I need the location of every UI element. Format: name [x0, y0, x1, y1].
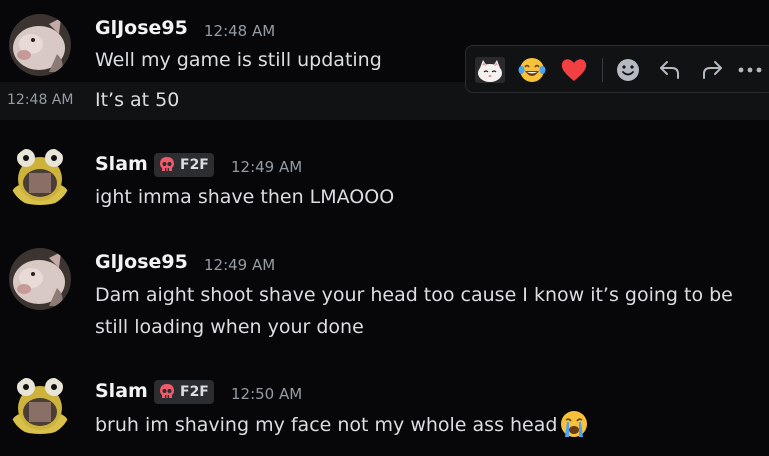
- avatar-gljose95[interactable]: [9, 14, 71, 76]
- message-text-body: bruh im shaving my face not my whole ass…: [95, 414, 558, 436]
- skull-icon: [160, 157, 174, 171]
- message-text: It’s at 50: [95, 89, 180, 111]
- message-timestamp[interactable]: 12:49 AM: [204, 256, 275, 274]
- skull-icon: [160, 384, 174, 398]
- red-heart-icon: [561, 59, 587, 81]
- loudly-crying-face-icon[interactable]: [559, 409, 589, 439]
- clan-tag[interactable]: F2F: [154, 153, 214, 177]
- clan-tag-label: F2F: [180, 157, 209, 173]
- message-text: bruh im shaving my face not my whole ass…: [95, 409, 589, 441]
- message-timestamp[interactable]: 12:48 AM: [204, 22, 275, 40]
- avatar-gljose95[interactable]: [9, 248, 71, 310]
- clan-tag[interactable]: F2F: [154, 380, 214, 404]
- tears-of-joy-reaction-button[interactable]: [516, 54, 548, 86]
- chat-window: GlJose95 12:48 AM Well my game is still …: [0, 0, 769, 456]
- add-reaction-button[interactable]: [612, 54, 644, 86]
- message-text: Well my game is still updating: [95, 49, 382, 71]
- reply-icon: [660, 61, 679, 79]
- message-timestamp[interactable]: 12:49 AM: [231, 158, 302, 176]
- forward-button[interactable]: [696, 54, 728, 86]
- message-actions-toolbar: [465, 45, 769, 93]
- username[interactable]: Slam: [95, 380, 148, 402]
- message-text-line-2: still loading when your done: [95, 316, 364, 338]
- avatar-slam[interactable]: [9, 374, 71, 436]
- username[interactable]: GlJose95: [95, 251, 188, 273]
- clan-tag-label: F2F: [180, 384, 209, 400]
- side-timestamp[interactable]: 12:48 AM: [7, 92, 73, 108]
- cat-icon: [475, 57, 505, 83]
- reply-button[interactable]: [654, 54, 686, 86]
- message-text: ight imma shave then LMAOOO: [95, 186, 395, 208]
- heart-reaction-button[interactable]: [558, 54, 590, 86]
- message-text-line-1: Dam aight shoot shave your head too caus…: [95, 284, 733, 306]
- toolbar-divider: [602, 58, 603, 82]
- tears-of-joy-icon: [518, 58, 546, 82]
- username[interactable]: GlJose95: [95, 17, 188, 39]
- message-timestamp[interactable]: 12:50 AM: [231, 385, 302, 403]
- cat-sticker-reaction-button[interactable]: [474, 54, 506, 86]
- more-icon: [738, 67, 762, 73]
- smiley-icon: [617, 59, 639, 81]
- avatar-slam[interactable]: [9, 145, 71, 207]
- more-options-button[interactable]: [734, 54, 766, 86]
- forward-icon: [703, 61, 722, 79]
- username[interactable]: Slam: [95, 153, 148, 175]
